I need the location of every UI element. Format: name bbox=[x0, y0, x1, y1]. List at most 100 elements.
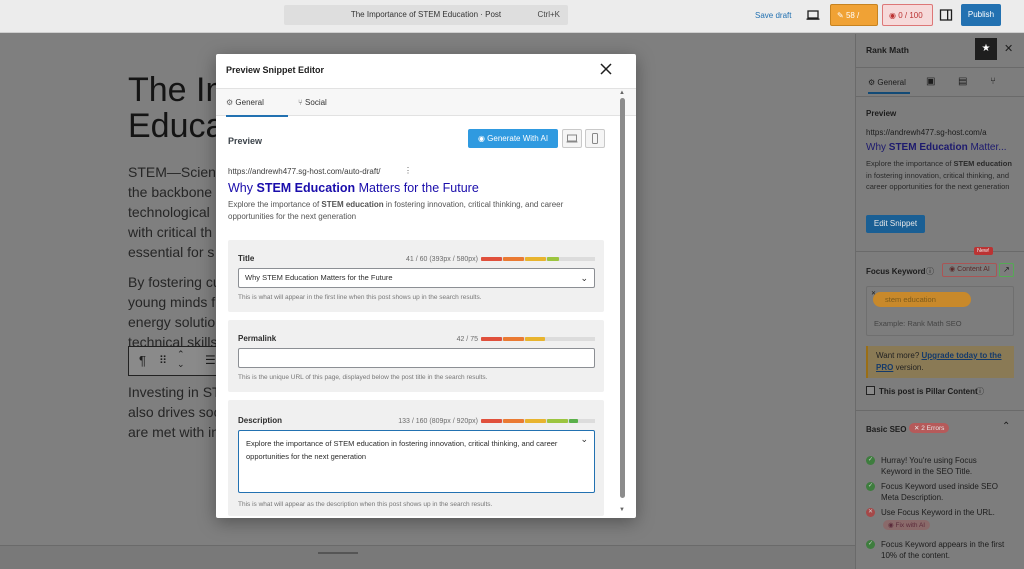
generate-with-ai-button[interactable]: ◉ Generate With AI bbox=[468, 129, 558, 148]
check-text: Focus Keyword appears in the first 10% o… bbox=[881, 540, 1005, 560]
tab-social[interactable]: ⑂ Social bbox=[298, 89, 348, 117]
move-arrows-icon[interactable]: ⌃ ⌄ bbox=[177, 349, 185, 369]
keyword-placeholder: Example: Rank Math SEO bbox=[874, 319, 962, 328]
close-icon[interactable]: ✕ bbox=[1004, 42, 1013, 55]
meter-segment bbox=[503, 419, 524, 423]
desktop-preview-icon[interactable] bbox=[805, 7, 821, 23]
pillar-checkbox[interactable] bbox=[866, 386, 875, 395]
command-palette-button[interactable]: The Importance of STEM Education · Post … bbox=[284, 5, 568, 25]
text-line: are met with in bbox=[128, 424, 220, 440]
fix-with-ai-button[interactable]: ◉ Fix with AI bbox=[883, 520, 931, 530]
edit-snippet-button[interactable]: Edit Snippet bbox=[866, 215, 925, 233]
description-help-text: This is what will appear as the descript… bbox=[238, 501, 493, 508]
content-ai-label: Content AI bbox=[957, 266, 990, 273]
more-options-icon[interactable]: ⋮ bbox=[404, 166, 412, 175]
title-counter: 41 / 60 (393px / 580px) bbox=[406, 256, 478, 263]
preview-label: Preview bbox=[228, 136, 263, 146]
close-icon[interactable] bbox=[599, 62, 613, 76]
check-text: Focus Keyword used inside SEO Meta Descr… bbox=[881, 482, 998, 502]
text-line: Investing in ST bbox=[128, 384, 221, 400]
desktop-preview-button[interactable] bbox=[562, 129, 582, 148]
chevron-down-icon[interactable]: ⌄ bbox=[580, 433, 588, 446]
snippet-url: https://andrewh477.sg-host.com/auto-draf… bbox=[228, 167, 381, 176]
snippet-description: Explore the importance of STEM education… bbox=[228, 199, 608, 223]
focus-keyword-label: Focus Keyword bbox=[866, 267, 926, 276]
title-length-meter bbox=[481, 257, 595, 261]
error-icon: ✕ bbox=[866, 508, 875, 517]
paragraph-block-2[interactable]: By fostering cu young minds f energy sol… bbox=[128, 272, 228, 352]
focus-keyword-input[interactable]: ✕ stem education Example: Rank Math SEO bbox=[866, 286, 1014, 336]
scroll-down-icon[interactable]: ▼ bbox=[619, 507, 625, 513]
trends-icon[interactable]: ↗ bbox=[999, 263, 1014, 277]
sidebar-title: Rank Math bbox=[866, 45, 909, 55]
help-icon[interactable]: ⓘ bbox=[926, 266, 934, 277]
command-title: The Importance of STEM Education · Post bbox=[350, 10, 502, 19]
ai-icon: ◉ bbox=[949, 266, 958, 273]
sidebar-toggle-icon[interactable] bbox=[938, 7, 954, 23]
list-item: ✓ Focus Keyword appears in the first 10%… bbox=[866, 539, 1021, 565]
divider bbox=[856, 67, 1024, 68]
version-text: version. bbox=[895, 363, 924, 372]
want-more-text: Want more? bbox=[876, 351, 920, 360]
upgrade-notice: Want more? Upgrade today to the PRO vers… bbox=[866, 346, 1014, 378]
meter-segment bbox=[503, 257, 524, 261]
preview-title: Why STEM Education Matter... bbox=[866, 142, 1007, 153]
description-textarea[interactable]: Explore the importance of STEM education… bbox=[238, 430, 595, 493]
chevron-up-icon[interactable]: ⌃ bbox=[1002, 421, 1010, 432]
text-line: with critical th bbox=[128, 224, 213, 240]
social-icon[interactable]: ⑂ bbox=[990, 76, 996, 87]
save-draft-button[interactable]: Save draft bbox=[755, 11, 791, 20]
tab-label: Social bbox=[305, 98, 327, 107]
readability-score-button[interactable]: ◉ 0 / 100 bbox=[882, 4, 933, 26]
paragraph-icon[interactable]: ¶ bbox=[139, 353, 146, 368]
drag-handle-icon[interactable]: ⠿ bbox=[159, 354, 167, 367]
scroll-up-icon[interactable]: ▲ bbox=[619, 90, 625, 96]
text-line: STEM—Scienc bbox=[128, 164, 223, 180]
top-toolbar: The Importance of STEM Education · Post … bbox=[0, 0, 1024, 42]
meter-segment bbox=[481, 337, 502, 341]
title-part: Why bbox=[228, 181, 257, 195]
rank-math-sidebar: Rank Math ★ ✕ ⚙ General ▣ ▤ ⑂ Preview ht… bbox=[855, 34, 1024, 569]
toolbox-icon[interactable]: ▣ bbox=[926, 76, 935, 87]
seo-score-button[interactable]: ✎ 58 / 100 bbox=[830, 4, 878, 42]
seo-check-list: ✓ Hurray! You're using Focus Keyword in … bbox=[866, 455, 1021, 565]
check-icon: ✓ bbox=[866, 540, 875, 549]
preview-description: Explore the importance of STEM education… bbox=[866, 159, 1012, 191]
basic-seo-label: Basic SEO bbox=[866, 425, 907, 434]
readability-icon: ◉ bbox=[889, 11, 899, 20]
content-ai-button[interactable]: ◉ Content AI bbox=[942, 263, 997, 277]
check-icon: ✓ bbox=[866, 456, 875, 465]
publish-button[interactable]: Publish bbox=[961, 4, 1001, 26]
chevron-down-icon[interactable]: ⌄ bbox=[580, 269, 588, 287]
resize-handle[interactable] bbox=[318, 552, 358, 554]
star-icon[interactable]: ★ bbox=[975, 38, 997, 60]
schema-icon[interactable]: ▤ bbox=[958, 76, 967, 87]
title-keyword: STEM Education bbox=[256, 181, 356, 195]
permalink-field-group: Permalink 42 / 75 This is the unique URL… bbox=[228, 320, 604, 392]
keyword-tag[interactable]: stem education bbox=[873, 292, 971, 307]
meter-segment bbox=[547, 257, 559, 261]
mobile-preview-button[interactable] bbox=[585, 129, 605, 148]
sidebar-tab-general[interactable]: ⚙ General bbox=[868, 72, 910, 94]
check-text: Hurray! You're using Focus Keyword in th… bbox=[881, 456, 977, 476]
errors-count: 2 Errors bbox=[921, 425, 945, 432]
desc-part: Explore the importance of bbox=[228, 200, 322, 209]
rank-math-logo-icon: ✎ bbox=[837, 11, 846, 20]
preview-url: https://andrewh477.sg-host.com/a bbox=[866, 128, 987, 137]
align-icon[interactable]: ☰ bbox=[205, 353, 216, 367]
paragraph-block-1[interactable]: STEM—Scienc the backbone technological w… bbox=[128, 162, 228, 262]
meter-segment bbox=[525, 337, 545, 341]
description-field-label: Description bbox=[238, 416, 283, 425]
basic-seo-header[interactable]: Basic SEO ✕ 2 Errors ⌃ bbox=[856, 411, 1024, 447]
title-input[interactable]: Why STEM Education Matters for the Futur… bbox=[238, 268, 595, 288]
readability-score-value: 0 / 100 bbox=[898, 11, 923, 20]
block-toolbar[interactable]: ¶ ⠿ ⌃ ⌄ ☰ bbox=[128, 346, 220, 376]
paragraph-block-3[interactable]: Investing in ST also drives soc are met … bbox=[128, 382, 228, 442]
permalink-input[interactable] bbox=[238, 348, 595, 368]
tab-general[interactable]: ⚙ General bbox=[226, 89, 288, 117]
title-part: Matters for the Future bbox=[355, 181, 479, 195]
help-icon[interactable]: ⓘ bbox=[976, 386, 984, 397]
modal-scrollbar[interactable] bbox=[620, 98, 625, 498]
modal-content: Preview ◉ Generate With AI https://andre… bbox=[216, 116, 620, 516]
meter-segment bbox=[481, 257, 502, 261]
